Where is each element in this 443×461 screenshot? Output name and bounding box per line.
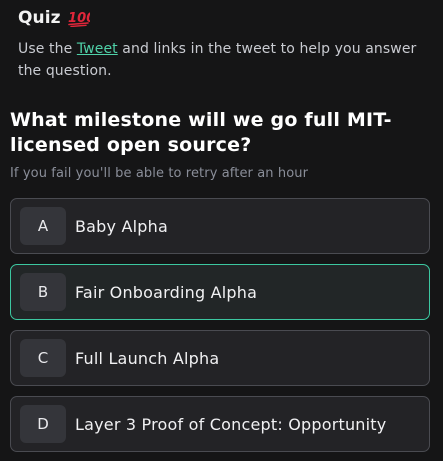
answer-option-b[interactable]: B Fair Onboarding Alpha — [10, 264, 430, 320]
tweet-link[interactable]: Tweet — [77, 41, 118, 57]
option-label: Baby Alpha — [75, 216, 168, 236]
option-label: Fair Onboarding Alpha — [75, 282, 258, 302]
quiz-title: Quiz 100 — [18, 7, 428, 29]
instructions-text-before: Use the — [18, 41, 77, 57]
retry-note: If you fail you'll be able to retry afte… — [10, 166, 309, 181]
quiz-header: Quiz 100 Use the Tweet and links in the … — [18, 7, 428, 82]
answer-option-d[interactable]: D Layer 3 Proof of Concept: Opportunity — [10, 396, 430, 452]
answer-option-a[interactable]: A Baby Alpha — [10, 198, 430, 254]
option-letter-badge: A — [20, 207, 66, 245]
option-label: Layer 3 Proof of Concept: Opportunity — [75, 414, 387, 434]
quiz-instructions: Use the Tweet and links in the tweet to … — [18, 38, 428, 82]
hundred-points-icon: 100 — [68, 9, 90, 27]
quiz-title-text: Quiz — [18, 8, 61, 28]
answer-option-c[interactable]: C Full Launch Alpha — [10, 330, 430, 386]
option-letter-badge: C — [20, 339, 66, 377]
option-letter-badge: D — [20, 405, 66, 443]
option-label: Full Launch Alpha — [75, 348, 220, 368]
option-letter-badge: B — [20, 273, 66, 311]
question-text: What milestone will we go full MIT-licen… — [10, 109, 392, 156]
